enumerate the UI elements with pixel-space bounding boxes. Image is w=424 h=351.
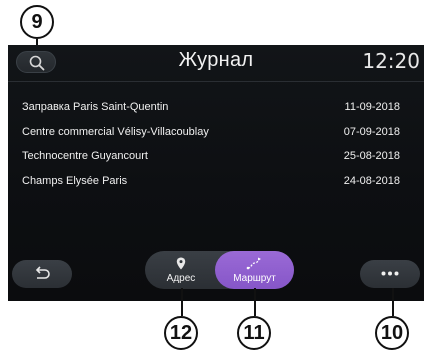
back-button[interactable] [12, 260, 72, 288]
more-dots-icon [381, 271, 399, 276]
history-item[interactable]: Technocentre Guyancourt 25-08-2018 [8, 146, 424, 171]
tab-route[interactable]: Маршрут [215, 251, 294, 289]
route-icon [246, 257, 261, 270]
callout-12-leader [181, 288, 183, 316]
history-list: Заправка Paris Saint-Quentin 11-09-2018 … [8, 97, 424, 195]
header-divider [8, 81, 424, 82]
history-item-date: 07-09-2018 [343, 125, 400, 138]
callout-9: 9 [20, 5, 54, 39]
history-item-name: Technocentre Guyancourt [22, 150, 148, 162]
history-item[interactable]: Champs Elysée Paris 24-08-2018 [8, 171, 424, 196]
tab-switcher: Адрес Маршрут [145, 251, 294, 289]
callout-11-leader [254, 288, 256, 316]
back-arrow-icon [35, 266, 50, 279]
history-item[interactable]: Centre commercial Vélisy-Villacoublay 07… [8, 122, 424, 147]
history-item-name: Centre commercial Vélisy-Villacoublay [22, 125, 209, 138]
callout-10-leader [392, 288, 394, 316]
callout-10: 10 [375, 316, 409, 350]
multimedia-screen: Журнал 12:20 Заправка Paris Saint-Quenti… [8, 45, 424, 301]
tab-address-label: Адрес [166, 273, 196, 284]
tab-address[interactable]: Адрес [145, 251, 217, 289]
history-item-name: Champs Elysée Paris [22, 174, 128, 187]
history-item-date: 11-09-2018 [344, 101, 400, 113]
history-item[interactable]: Заправка Paris Saint-Quentin 11-09-2018 [8, 97, 424, 122]
history-item-date: 24-08-2018 [343, 174, 400, 187]
history-item-name: Заправка Paris Saint-Quentin [22, 101, 169, 113]
callout-11: 11 [237, 316, 271, 350]
callout-12: 12 [164, 316, 198, 350]
clock: 12:20 [362, 49, 420, 73]
history-item-date: 25-08-2018 [343, 150, 400, 162]
tab-route-label: Маршрут [233, 273, 276, 284]
manual-illustration: 9 Журнал 12:20 Заправка Paris Saint-Quen… [0, 0, 424, 351]
map-pin-icon [176, 257, 186, 270]
more-options-button[interactable] [360, 260, 420, 288]
